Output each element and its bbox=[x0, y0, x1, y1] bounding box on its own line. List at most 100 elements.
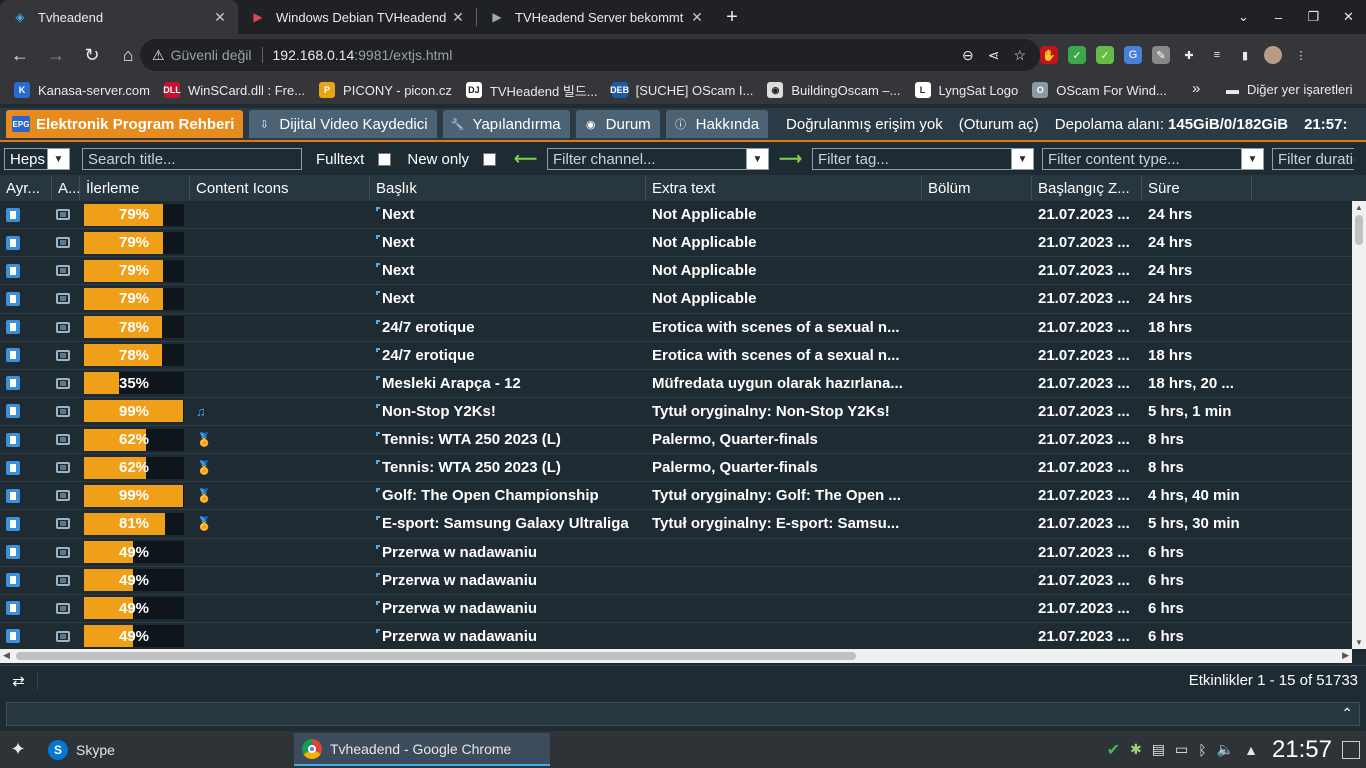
tab-about[interactable]: ⓘ Hakkında bbox=[665, 110, 769, 138]
action-cell[interactable] bbox=[52, 285, 80, 312]
action-cell[interactable] bbox=[52, 398, 80, 425]
browser-tab-windows-debian[interactable]: ▶ Windows Debian TVHeadend ✕ bbox=[238, 0, 476, 34]
details-icon[interactable] bbox=[6, 601, 20, 616]
profile-avatar-icon[interactable] bbox=[1264, 46, 1282, 64]
table-row[interactable]: 79% Next Not Applicable 21.07.2023 ... 24 hr… bbox=[0, 257, 1352, 286]
bookmark-item[interactable]: L LyngSat Logo bbox=[914, 82, 1018, 98]
chevron-down-icon[interactable]: ▼ bbox=[47, 149, 69, 169]
address-bar[interactable]: ⚠ Güvenli değil 192.168.0.14:9981/extjs.… bbox=[140, 39, 1040, 71]
table-row[interactable]: 99% ♫ Non-Stop Y2Ks! Tytuł oryginalny: Non-… bbox=[0, 397, 1352, 426]
browser-tab-tvheadend-server[interactable]: ▶ TVHeadend Server bekommt ✕ bbox=[477, 0, 715, 34]
other-bookmarks-folder[interactable]: ▬ Diğer yer işaretleri bbox=[1226, 82, 1352, 97]
expand-panel-icon[interactable]: ⌃ bbox=[1341, 705, 1353, 722]
details-icon[interactable] bbox=[6, 432, 20, 447]
title-cell[interactable]: Przerwa w nadawaniu bbox=[370, 623, 646, 649]
bookmark-item[interactable]: O OScam For Wind... bbox=[1032, 82, 1167, 98]
details-icon[interactable] bbox=[6, 207, 20, 222]
action-cell[interactable] bbox=[52, 370, 80, 397]
action-cell[interactable] bbox=[52, 257, 80, 284]
table-row[interactable]: 62% 🏅 Tennis: WTA 250 2023 (L) Palermo, Qua… bbox=[0, 426, 1352, 455]
title-cell[interactable]: Next bbox=[370, 201, 646, 228]
scroll-right-icon[interactable]: ▶ bbox=[1342, 650, 1349, 661]
scroll-thumb[interactable] bbox=[16, 652, 856, 660]
action-cell[interactable] bbox=[52, 539, 80, 566]
action-cell[interactable] bbox=[52, 201, 80, 228]
action-cell[interactable] bbox=[52, 595, 80, 622]
watch-icon[interactable] bbox=[56, 209, 70, 221]
extensions-puzzle-icon[interactable]: ✚ bbox=[1180, 46, 1198, 64]
title-cell[interactable]: E-sport: Samsung Galaxy Ultraliga bbox=[370, 510, 646, 537]
details-icon[interactable] bbox=[6, 404, 20, 419]
script-extension-icon[interactable]: ✎ bbox=[1152, 46, 1170, 64]
watch-icon[interactable] bbox=[56, 321, 70, 333]
title-cell[interactable]: Przerwa w nadawaniu bbox=[370, 567, 646, 594]
adguard-extension-icon[interactable]: ✓ bbox=[1096, 46, 1114, 64]
clipboard-icon[interactable]: ▤ bbox=[1152, 741, 1165, 758]
details-cell[interactable] bbox=[0, 201, 52, 228]
search-title-input[interactable]: Search title... bbox=[82, 148, 302, 170]
details-cell[interactable] bbox=[0, 623, 52, 649]
action-cell[interactable] bbox=[52, 510, 80, 537]
table-row[interactable]: 79% Next Not Applicable 21.07.2023 ... 24 hr… bbox=[0, 201, 1352, 230]
table-row[interactable]: 78% 24/7 erotique Erotica with scenes of a… bbox=[0, 341, 1352, 370]
chevron-down-icon[interactable]: ▼ bbox=[1010, 149, 1033, 169]
table-row[interactable]: 35% Mesleki Arapça - 12 Müfredata uygun ol… bbox=[0, 369, 1352, 398]
details-icon[interactable] bbox=[6, 320, 20, 335]
watch-icon[interactable] bbox=[56, 349, 70, 361]
watch-icon[interactable] bbox=[56, 265, 70, 277]
tab-status[interactable]: ◉ Durum bbox=[575, 110, 660, 138]
details-cell[interactable] bbox=[0, 426, 52, 453]
details-icon[interactable] bbox=[6, 235, 20, 250]
forward-arrow-icon[interactable]: → bbox=[40, 45, 72, 66]
details-cell[interactable] bbox=[0, 229, 52, 256]
details-icon[interactable] bbox=[6, 376, 20, 391]
table-row[interactable]: 49% Przerwa w nadawaniu 21.07.2023 ... 6 hr… bbox=[0, 566, 1352, 595]
close-tab-icon[interactable]: ✕ bbox=[689, 9, 705, 26]
title-cell[interactable]: Przerwa w nadawaniu bbox=[370, 595, 646, 622]
details-cell[interactable] bbox=[0, 314, 52, 341]
action-cell[interactable] bbox=[52, 342, 80, 369]
details-cell[interactable] bbox=[0, 285, 52, 312]
watch-icon[interactable] bbox=[56, 462, 70, 474]
column-header-action[interactable]: A... bbox=[52, 175, 80, 201]
back-arrow-icon[interactable]: ← bbox=[4, 45, 36, 66]
bookmark-star-icon[interactable]: ☆ bbox=[1013, 47, 1026, 64]
scroll-down-icon[interactable]: ▼ bbox=[1355, 638, 1363, 647]
filter-tag-select[interactable]: Filter tag... ▼ bbox=[811, 148, 1034, 170]
bookmark-item[interactable]: DEB [SUCHE] OScam I... bbox=[610, 82, 753, 98]
table-row[interactable]: 49% Przerwa w nadawaniu 21.07.2023 ... 6 hr… bbox=[0, 594, 1352, 623]
kebab-menu-icon[interactable]: ⋮ bbox=[1292, 46, 1310, 64]
tab-configuration[interactable]: 🔧 Yapılandırma bbox=[442, 110, 570, 138]
close-tab-icon[interactable]: ✕ bbox=[212, 9, 228, 26]
column-header-episode[interactable]: Bölüm bbox=[922, 175, 1032, 201]
watch-icon[interactable] bbox=[56, 546, 70, 558]
details-icon[interactable] bbox=[6, 460, 20, 475]
details-cell[interactable] bbox=[0, 370, 52, 397]
refresh-icon[interactable]: ⇄ bbox=[0, 671, 38, 690]
bookmark-item[interactable]: ◉ BuildingOscam –... bbox=[767, 82, 901, 98]
bluetooth-icon[interactable]: ᛒ bbox=[1198, 742, 1206, 758]
details-cell[interactable] bbox=[0, 454, 52, 481]
close-window-button[interactable]: ✕ bbox=[1331, 9, 1366, 25]
translate-extension-icon[interactable]: G bbox=[1124, 46, 1142, 64]
column-header-progress[interactable]: İlerleme bbox=[80, 175, 190, 201]
details-cell[interactable] bbox=[0, 567, 52, 594]
action-cell[interactable] bbox=[52, 314, 80, 341]
table-row[interactable]: 49% Przerwa w nadawaniu 21.07.2023 ... 6 hr… bbox=[0, 622, 1352, 649]
watch-icon[interactable] bbox=[56, 490, 70, 502]
filter-content-type-select[interactable]: Filter content type... ▼ bbox=[1041, 148, 1264, 170]
title-cell[interactable]: Tennis: WTA 250 2023 (L) bbox=[370, 426, 646, 453]
share-icon[interactable]: ⋖ bbox=[988, 47, 1000, 64]
column-header-title[interactable]: Başlık bbox=[370, 175, 646, 201]
watch-icon[interactable] bbox=[56, 377, 70, 389]
zoom-icon[interactable]: ⊖ bbox=[962, 47, 974, 64]
column-header-content-icons[interactable]: Content Icons bbox=[190, 175, 370, 201]
watch-icon[interactable] bbox=[56, 293, 70, 305]
table-row[interactable]: 79% Next Not Applicable 21.07.2023 ... 24 hr… bbox=[0, 229, 1352, 258]
details-cell[interactable] bbox=[0, 257, 52, 284]
bookmark-item[interactable]: K Kanasa-server.com bbox=[14, 82, 150, 98]
scroll-thumb[interactable] bbox=[1355, 215, 1363, 245]
tray-expand-icon[interactable]: ▲ bbox=[1244, 742, 1258, 758]
check-shield-icon[interactable]: ✔ bbox=[1107, 740, 1120, 760]
taskbar-clock[interactable]: 21:57 bbox=[1272, 736, 1332, 764]
